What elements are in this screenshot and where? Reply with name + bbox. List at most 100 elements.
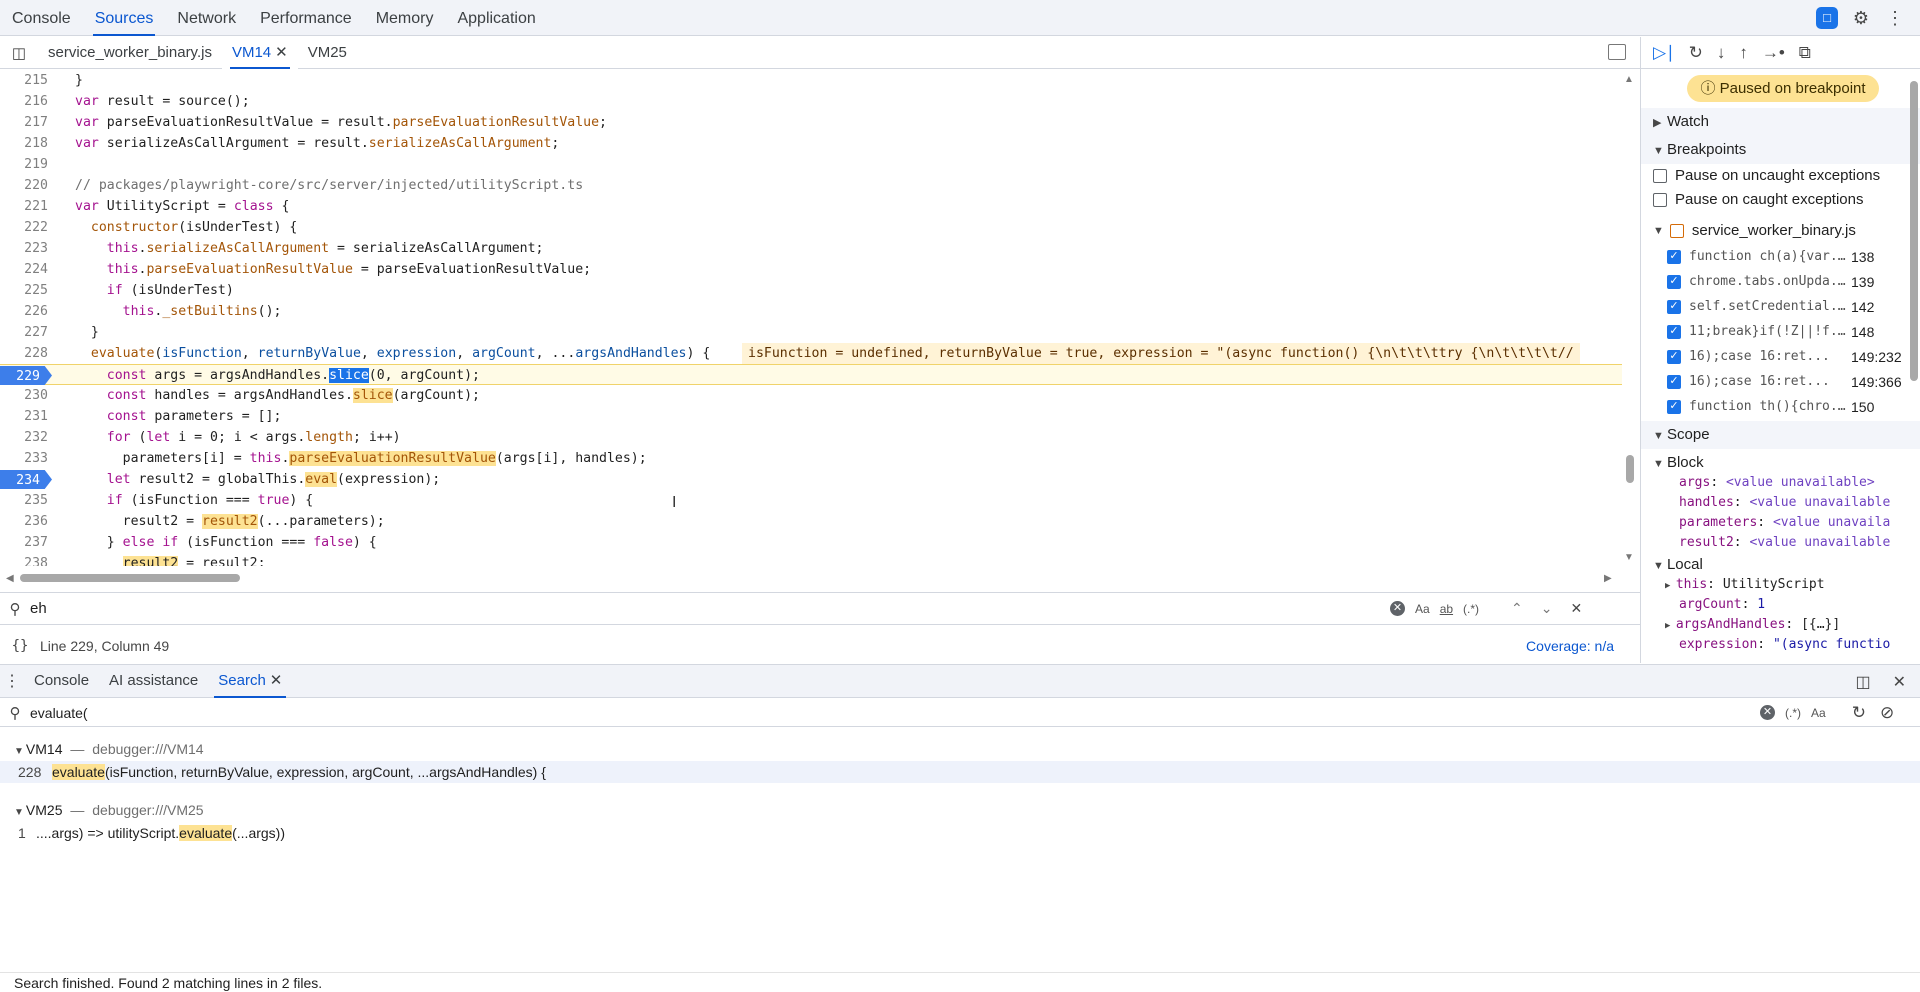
line-number[interactable]: 220 xyxy=(0,175,48,196)
line-number[interactable]: 225 xyxy=(0,280,48,301)
drawer-tab-console[interactable]: Console xyxy=(24,664,99,698)
sidebar-scrollbar[interactable] xyxy=(1910,65,1918,663)
extension-icon[interactable]: □ xyxy=(1816,7,1838,29)
line-number[interactable]: 228 xyxy=(0,343,48,364)
scrollbar-thumb[interactable] xyxy=(1626,455,1634,483)
breakpoint-checkbox[interactable]: ✓ xyxy=(1667,249,1681,264)
result-file-header[interactable]: ▼ VM14 — debugger:///VM14 xyxy=(0,737,1920,761)
match-case-toggle[interactable]: Aa xyxy=(1415,602,1430,616)
search-input[interactable] xyxy=(30,704,1760,721)
breakpoint-checkbox[interactable]: ✓ xyxy=(1667,349,1681,364)
line-number[interactable]: 218 xyxy=(0,133,48,154)
pause-caught-checkbox[interactable] xyxy=(1653,193,1667,207)
scope-variable[interactable]: ▶ this: UtilityScript xyxy=(1641,575,1920,595)
previous-match-icon[interactable]: ⌃ xyxy=(1511,600,1523,617)
regex-toggle[interactable]: (.*) xyxy=(1785,706,1801,720)
breakpoint-checkbox[interactable]: ✓ xyxy=(1667,274,1681,289)
result-line[interactable]: 1 ....args) => utilityScript.evaluate(...… xyxy=(0,822,1920,844)
line-number[interactable]: 215 xyxy=(0,70,48,91)
resume-icon[interactable]: ▷∣ xyxy=(1653,43,1675,63)
scope-variable[interactable]: ▶ argsAndHandles: [{…}] xyxy=(1641,615,1920,635)
line-number[interactable]: 227 xyxy=(0,322,48,343)
section-watch[interactable]: ▶ Watch xyxy=(1641,108,1920,136)
line-number[interactable]: 235 xyxy=(0,490,48,511)
scope-variable[interactable]: expression: "(async functio xyxy=(1641,635,1920,655)
whole-word-toggle[interactable]: ab xyxy=(1440,602,1453,616)
coverage-status[interactable]: Coverage: n/a xyxy=(1526,638,1614,654)
line-number[interactable]: 230 xyxy=(0,385,48,406)
line-number[interactable]: 232 xyxy=(0,427,48,448)
line-number[interactable]: 237 xyxy=(0,532,48,553)
next-match-icon[interactable]: ⌄ xyxy=(1541,600,1553,617)
breakpoint-marker[interactable]: 229 xyxy=(0,366,52,385)
pause-uncaught-row[interactable]: Pause on uncaught exceptions xyxy=(1641,164,1920,188)
dock-side-icon[interactable]: ◫ xyxy=(1855,672,1870,692)
close-tab-icon[interactable]: ✕ xyxy=(270,672,283,689)
scope-variable[interactable]: args: <value unavailable> xyxy=(1641,473,1920,493)
breakpoint-item[interactable]: ✓ function th(){chro... 150 xyxy=(1641,394,1920,419)
breakpoint-item[interactable]: ✓ self.setCredential... 142 xyxy=(1641,294,1920,319)
pause-uncaught-checkbox[interactable] xyxy=(1653,169,1667,183)
scope-variable[interactable]: handles: <value unavailable xyxy=(1641,493,1920,513)
more-options-icon[interactable]: ⋮ xyxy=(1884,8,1906,29)
scroll-up-arrow-icon[interactable]: ▲ xyxy=(1624,74,1634,85)
breakpoint-marker[interactable]: 234 xyxy=(0,470,52,489)
breakpoint-item[interactable]: ✓ 16);case 16:ret... 149:232 xyxy=(1641,344,1920,369)
breakpoint-file-group[interactable]: ▼ service_worker_binary.js xyxy=(1641,218,1920,244)
step-icon[interactable]: →• xyxy=(1762,43,1785,63)
line-number[interactable]: 216 xyxy=(0,91,48,112)
clear-find-icon[interactable]: ✕ xyxy=(1390,601,1405,616)
scroll-down-arrow-icon[interactable]: ▼ xyxy=(1624,552,1634,563)
line-number[interactable]: 222 xyxy=(0,217,48,238)
clear-results-icon[interactable]: ⊘ xyxy=(1880,703,1894,723)
line-number[interactable]: 238 xyxy=(0,553,48,566)
tab-performance[interactable]: Performance xyxy=(248,0,364,36)
line-number[interactable]: 221 xyxy=(0,196,48,217)
breakpoint-item[interactable]: ✓ function ch(a){var... 138 xyxy=(1641,244,1920,269)
line-number[interactable]: 233 xyxy=(0,448,48,469)
file-tab-vm14[interactable]: VM14 ✕ xyxy=(221,36,298,69)
drawer-menu-icon[interactable]: ⋮ xyxy=(0,671,24,691)
breakpoint-checkbox[interactable]: ✓ xyxy=(1667,324,1681,339)
breakpoint-item[interactable]: ✓ 16);case 16:ret... 149:366 xyxy=(1641,369,1920,394)
clear-search-icon[interactable]: ✕ xyxy=(1760,705,1775,720)
scroll-right-arrow-icon[interactable]: ▶ xyxy=(1604,573,1612,584)
breakpoint-checkbox[interactable]: ✓ xyxy=(1667,399,1681,414)
line-number[interactable]: 219 xyxy=(0,154,48,175)
scope-local[interactable]: ▼ Local xyxy=(1641,555,1920,575)
debugger-sidebar-toggle-icon[interactable] xyxy=(1608,44,1626,60)
settings-gear-icon[interactable]: ⚙ xyxy=(1850,8,1872,29)
step-out-icon[interactable]: ↑ xyxy=(1739,43,1748,63)
line-number[interactable]: 231 xyxy=(0,406,48,427)
match-case-toggle[interactable]: Aa xyxy=(1811,706,1826,720)
find-input[interactable] xyxy=(30,600,1390,617)
scrollbar-thumb[interactable] xyxy=(20,574,240,582)
line-number[interactable]: 224 xyxy=(0,259,48,280)
drawer-tab-search[interactable]: Search ✕ xyxy=(208,664,292,698)
navigator-toggle-icon[interactable]: ◫ xyxy=(0,44,38,62)
scope-variable[interactable]: result2: <value unavailable xyxy=(1641,533,1920,553)
tab-sources[interactable]: Sources xyxy=(83,0,166,36)
result-line[interactable]: 228 evaluate(isFunction, returnByValue, e… xyxy=(0,761,1920,783)
tab-application[interactable]: Application xyxy=(445,0,547,36)
scroll-left-arrow-icon[interactable]: ◀ xyxy=(6,573,14,584)
scope-block[interactable]: ▼ Block xyxy=(1641,453,1920,473)
breakpoint-checkbox[interactable]: ✓ xyxy=(1667,299,1681,314)
editor-horizontal-scrollbar[interactable] xyxy=(20,574,1610,582)
result-file-header[interactable]: ▼ VM25 — debugger:///VM25 xyxy=(0,798,1920,822)
line-number[interactable]: 223 xyxy=(0,238,48,259)
pretty-print-icon[interactable]: {} xyxy=(0,638,40,654)
line-number[interactable]: 226 xyxy=(0,301,48,322)
breakpoint-item[interactable]: ✓ 11;break}if(!Z||!f... 148 xyxy=(1641,319,1920,344)
editor-vertical-scrollbar[interactable] xyxy=(1626,150,1634,540)
step-over-icon[interactable]: ↻ xyxy=(1689,43,1703,63)
line-number[interactable]: 217 xyxy=(0,112,48,133)
scope-variable[interactable]: parameters: <value unavaila xyxy=(1641,513,1920,533)
scope-variable[interactable]: argCount: 1 xyxy=(1641,595,1920,615)
pause-caught-row[interactable]: Pause on caught exceptions xyxy=(1641,188,1920,212)
section-scope[interactable]: ▼ Scope xyxy=(1641,421,1920,449)
close-drawer-icon[interactable]: ✕ xyxy=(1893,672,1906,692)
close-find-icon[interactable]: ✕ xyxy=(1571,600,1583,617)
drawer-tab-ai-assistance[interactable]: AI assistance xyxy=(99,664,208,698)
code-editor[interactable]: 215} 216 var result = source(); 217 var pa… xyxy=(0,70,1640,566)
